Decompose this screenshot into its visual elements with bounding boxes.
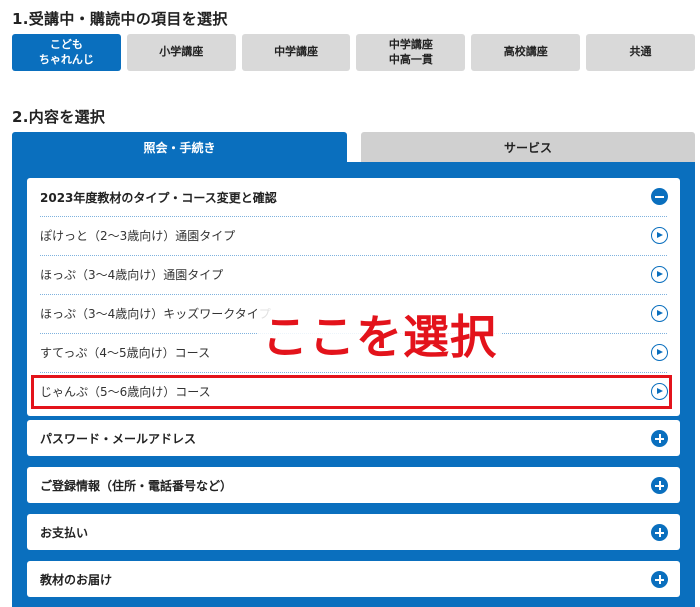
accordion-registration-info[interactable]: ご登録情報（住所・電話番号など） bbox=[27, 467, 680, 503]
course-tab-junior-high-integrated[interactable]: 中学講座 中高一貫 bbox=[356, 34, 466, 71]
plus-circle-icon[interactable] bbox=[651, 524, 668, 541]
list-item[interactable]: ほっぷ（3〜4歳向け）通園タイプ bbox=[27, 255, 680, 294]
accordion-course-change: 2023年度教材のタイプ・コース変更と確認 ぽけっと（2〜3歳向け）通園タイプ … bbox=[27, 178, 680, 416]
accordion-password-email[interactable]: パスワード・メールアドレス bbox=[27, 420, 680, 456]
plus-circle-icon[interactable] bbox=[651, 477, 668, 494]
dotted-divider bbox=[40, 216, 667, 217]
dotted-divider bbox=[40, 255, 667, 256]
list-item-label: ぽけっと（2〜3歳向け）通園タイプ bbox=[40, 229, 236, 243]
play-circle-icon[interactable] bbox=[651, 344, 668, 361]
list-item-label: ほっぷ（3〜4歳向け）キッズワークタイプ bbox=[40, 307, 271, 321]
play-circle-icon[interactable] bbox=[651, 383, 668, 400]
play-circle-icon[interactable] bbox=[651, 266, 668, 283]
dotted-divider bbox=[40, 294, 667, 295]
play-circle-icon[interactable] bbox=[651, 227, 668, 244]
annotation-label: ここを選択 bbox=[258, 306, 501, 368]
minus-circle-icon[interactable] bbox=[651, 188, 668, 205]
accordion-header-course-change[interactable]: 2023年度教材のタイプ・コース変更と確認 bbox=[27, 178, 680, 216]
accordion-delivery[interactable]: 教材のお届け bbox=[27, 561, 680, 597]
accordion-title: 教材のお届け bbox=[40, 572, 113, 587]
dotted-divider bbox=[40, 372, 667, 373]
list-item-label: ほっぷ（3〜4歳向け）通園タイプ bbox=[40, 268, 224, 282]
list-item[interactable]: ぽけっと（2〜3歳向け）通園タイプ bbox=[27, 216, 680, 255]
list-item-label: じゃんぷ（5〜6歳向け）コース bbox=[40, 385, 211, 399]
accordion-title: 2023年度教材のタイプ・コース変更と確認 bbox=[40, 190, 277, 205]
course-tab-junior-high[interactable]: 中学講座 bbox=[241, 34, 351, 71]
section-1-heading: 1.受講中・購読中の項目を選択 bbox=[12, 10, 228, 28]
course-tab-kodomo-challenge[interactable]: こども ちゃれんじ bbox=[12, 34, 121, 71]
list-item-label: すてっぷ（4〜5歳向け）コース bbox=[40, 346, 211, 360]
course-tab-common[interactable]: 共通 bbox=[586, 34, 695, 71]
section-2-heading: 2.内容を選択 bbox=[12, 108, 106, 126]
accordion-title: パスワード・メールアドレス bbox=[40, 431, 197, 446]
course-tab-elementary[interactable]: 小学講座 bbox=[126, 34, 236, 71]
accordion-payment[interactable]: お支払い bbox=[27, 514, 680, 550]
accordion-title: ご登録情報（住所・電話番号など） bbox=[40, 478, 233, 493]
accordion-title: お支払い bbox=[40, 525, 89, 540]
play-circle-icon[interactable] bbox=[651, 305, 668, 322]
tab-service[interactable]: サービス bbox=[361, 132, 695, 162]
course-tab-high-school[interactable]: 高校講座 bbox=[471, 34, 581, 71]
course-tabs: こども ちゃれんじ 小学講座 中学講座 中学講座 中高一貫 高校講座 共通 bbox=[12, 34, 695, 71]
plus-circle-icon[interactable] bbox=[651, 571, 668, 588]
tab-inquiry-procedures[interactable]: 照会・手続き bbox=[12, 132, 347, 162]
plus-circle-icon[interactable] bbox=[651, 430, 668, 447]
list-item-jump-course[interactable]: じゃんぷ（5〜6歳向け）コース bbox=[27, 372, 680, 411]
content-tabs: 照会・手続き サービス bbox=[12, 132, 695, 162]
